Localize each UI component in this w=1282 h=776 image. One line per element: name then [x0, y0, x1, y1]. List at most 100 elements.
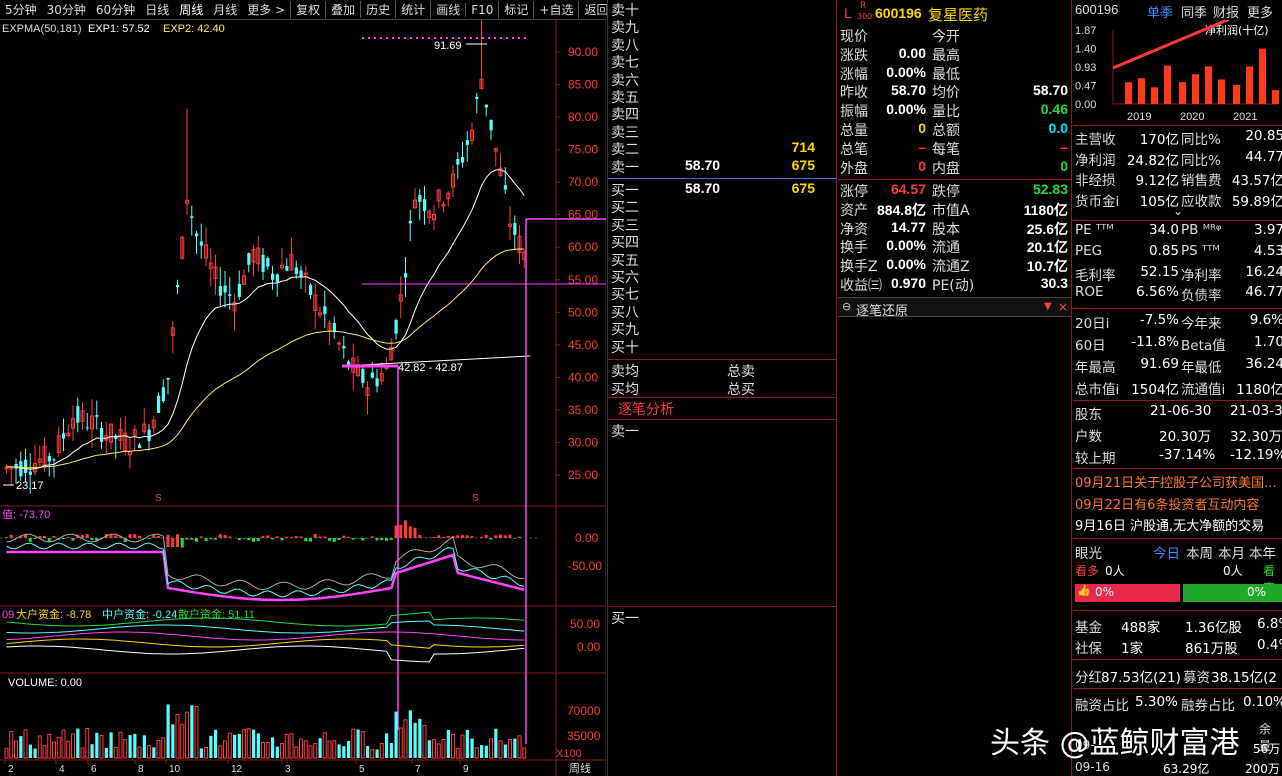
ind1-bar [446, 536, 450, 538]
buy-level-8[interactable]: 买八 [611, 302, 835, 321]
candle-body [484, 104, 488, 108]
sell-level-8[interactable]: 卖八 [611, 35, 835, 54]
volume-bar [142, 735, 146, 758]
buy-level-2[interactable]: 买二 [611, 197, 835, 216]
eye-tab-4[interactable]: 本年 [1249, 542, 1276, 562]
volume-bar [322, 732, 327, 759]
sell-level-3[interactable]: 卖三 [611, 122, 835, 141]
fin-tab-1[interactable]: 同季 [1181, 2, 1207, 21]
eye-tab-1[interactable]: 今日 [1153, 542, 1180, 562]
period-tab-2[interactable]: 60分钟 [91, 1, 140, 18]
ind1-bar [85, 534, 89, 538]
fin-year: 2019 [1127, 111, 1151, 123]
period-tab-3[interactable]: 日线 [140, 1, 174, 18]
holders-date1: 21-06-30 [1150, 403, 1212, 419]
bull-bar[interactable]: 👍 0% [1075, 584, 1180, 602]
val-label2: 负债率 [1181, 288, 1222, 305]
kline-chart[interactable]: 90.0085.0080.0075.0070.0065.0060.0055.00… [0, 20, 606, 776]
collapse-icon[interactable]: ⊖ [842, 300, 851, 313]
fin-label: 净利润 [1075, 152, 1116, 169]
val-row-3: ROE 6.56% 负债率 46.77 [1075, 284, 1282, 304]
buy-level-1[interactable]: 买一 58.70 675 [611, 180, 835, 199]
ind1-bar [209, 538, 213, 540]
close-icon[interactable]: × [1058, 300, 1068, 314]
fund-row-1: 社保 1家 861万股 0.4% [1075, 637, 1282, 657]
volume-bar [76, 728, 80, 758]
ind1-bar [71, 538, 75, 541]
sell-level-10[interactable]: 卖十 [611, 0, 835, 19]
ind1-bar [52, 535, 56, 538]
ind1-bar [285, 536, 289, 538]
toolbar-button-1[interactable]: 叠加 [325, 1, 360, 18]
buy-level-10[interactable]: 买十 [611, 337, 835, 356]
expand-icon[interactable]: ⌄ [1173, 204, 1183, 218]
volume-bar [327, 740, 332, 759]
holders-v1: 20.30万 [1159, 429, 1212, 445]
dropdown-icon[interactable]: ▼ [1044, 301, 1052, 312]
perf-label2: Beta值 [1181, 338, 1226, 354]
fin-tab-2[interactable]: 财报 [1213, 2, 1239, 21]
candle-body [161, 387, 165, 402]
volume-bar [199, 748, 203, 758]
sell-level-5[interactable]: 卖五 [611, 87, 835, 106]
sell-level-2[interactable]: 卖二 714 [611, 139, 835, 158]
ind1-bar [218, 534, 222, 538]
candle-body [456, 158, 460, 165]
period-tab-0[interactable]: 5分钟 [0, 1, 42, 18]
ind1-bar [337, 538, 341, 541]
period-tab-5[interactable]: 月线 [208, 1, 242, 18]
volume-bar [218, 745, 223, 759]
buy-level-3[interactable]: 买三 [611, 215, 835, 234]
period-tab-4[interactable]: 周线 [174, 1, 208, 18]
watermark: 头条 @蓝鲸财富港 [990, 726, 1240, 761]
sell-level-9[interactable]: 卖九 [611, 17, 835, 36]
volume-bar [494, 728, 498, 758]
toolbar-button-6[interactable]: 标记 [498, 1, 533, 18]
perf-row-3: 总市值ⅰ 1504亿 流通值ⅰ 1180亿 [1075, 378, 1282, 398]
volume-bar [190, 705, 194, 758]
period-tab-1[interactable]: 30分钟 [42, 1, 91, 18]
fin-bar [1246, 66, 1253, 104]
holders-label: 股东 [1075, 407, 1102, 423]
period-tab-6[interactable]: 更多 > [242, 1, 290, 18]
fin-tab-3[interactable]: 更多 [1247, 2, 1273, 21]
ind1-bar [508, 534, 512, 538]
fin-label: 主营收 [1075, 132, 1116, 148]
buy-level-9[interactable]: 买九 [611, 319, 835, 338]
volume-bar [489, 738, 493, 759]
buy-level-7[interactable]: 买七 [611, 284, 835, 303]
period-footer: 周线 [569, 761, 591, 775]
volume-bar [446, 729, 450, 758]
ind1-line-main [6, 550, 525, 602]
toolbar-button-5[interactable]: F10 [465, 2, 498, 17]
sell-level-4[interactable]: 卖四 [611, 104, 835, 123]
bear-bar[interactable]: 0% [1183, 584, 1282, 602]
fin-tab-0[interactable]: 单季 [1147, 2, 1173, 21]
volume-bar [418, 718, 422, 758]
toolbar-button-2[interactable]: 历史 [360, 1, 395, 18]
toolbar-button-3[interactable]: 统计 [395, 1, 430, 18]
eye-tab-3[interactable]: 本月 [1218, 542, 1245, 562]
ind1-bar [138, 535, 141, 538]
toolbar-button-4[interactable]: 画线 [430, 1, 465, 18]
short-label: 融券占比 [1181, 698, 1235, 714]
tick-analysis-title[interactable]: 逐笔分析 [608, 399, 837, 419]
tick-restore-bar[interactable]: ⊖ 逐笔还原 ▼ × [838, 297, 1071, 319]
margin-label: 融资占比 [1075, 698, 1129, 714]
buy-level-6[interactable]: 买六 [611, 267, 835, 286]
news-item-2[interactable]: 9月16日 沪股通,无大净额的交易 [1075, 515, 1264, 534]
fin-ytick: 0.93 [1075, 62, 1096, 74]
buy-level-5[interactable]: 买五 [611, 250, 835, 269]
toolbar-button-7[interactable]: +自选 [533, 1, 578, 18]
fin-ytick: 1.40 [1075, 44, 1096, 56]
volume-bar [156, 740, 161, 759]
sell-level-6[interactable]: 卖六 [611, 70, 835, 89]
volume-bar [413, 722, 417, 758]
toolbar-button-0[interactable]: 复权 [290, 1, 325, 18]
buy-level-4[interactable]: 买四 [611, 232, 835, 251]
news-item-1[interactable]: 09月22日有6条投资者互动内容 [1075, 494, 1259, 513]
eye-tab-2[interactable]: 本周 [1186, 542, 1213, 562]
news-item-0[interactable]: 09月21日关于控股子公司获美国... [1075, 472, 1276, 491]
sell-level-1[interactable]: 卖一 58.70 675 [611, 157, 835, 176]
sell-level-7[interactable]: 卖七 [611, 52, 835, 71]
